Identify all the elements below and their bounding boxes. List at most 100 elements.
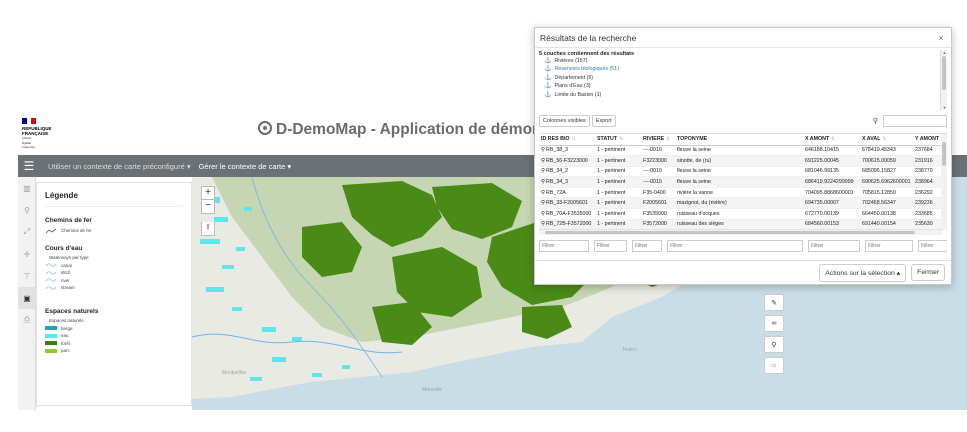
zoom-out-button[interactable]: − [201,200,215,214]
dialog-footer: Actions sur la sélection ▴ Fermer [535,260,951,284]
menu-icon[interactable]: ☰ [18,155,40,177]
column-header[interactable]: ID RES BIO ⇅ [539,134,595,146]
table-cell: F2005601 [641,197,675,210]
table-cell: rivière la vanne [675,187,803,199]
layer-item[interactable]: ⚓ Limite du Bassin (1) [544,91,947,99]
column-header[interactable]: TOPONYME [675,134,803,146]
map-pin-icon[interactable]: ⚲ [541,190,545,196]
link-icon[interactable]: ∞ [764,315,784,332]
context-menu-link[interactable]: Utiliser un contexte de carte préconfigu… [48,162,191,171]
map-pin-icon[interactable]: ⚲ [541,179,545,185]
legend-item: ditch [45,269,183,277]
scrollbar-thumb[interactable] [942,142,946,166]
table-cell: 678419.45343 [860,145,913,157]
map-pin-icon[interactable]: ⚲ [541,200,545,206]
gps-icon[interactable]: ⇧ [201,222,215,236]
close-icon[interactable]: × [936,33,946,43]
wave-icon [45,262,57,268]
map-pin-icon[interactable]: ⚲ [541,158,545,164]
table-toolbar: Colonnes visibles Export ⚲ [539,114,947,128]
column-header[interactable]: STATUT ⇅ [595,134,641,146]
map-pin-icon[interactable]: ⚲ [541,211,545,217]
location-icon[interactable]: ⚲ [764,336,784,353]
zoom-in-button[interactable]: + [201,186,215,200]
layers-icon[interactable]: ▥ [18,177,36,199]
filter-input[interactable] [632,240,662,252]
layer-item[interactable]: ⚓ Réservoirs biologiques (51) [544,65,947,73]
layer-item[interactable]: ⚓ Rivières (157) [544,57,947,65]
column-filters [539,240,947,252]
table-cell: ruisseau d'ocques [675,208,803,220]
table-cell: ⚲RB_72A [539,187,595,199]
table-row[interactable]: ⚲RB_33-F2005601 1 - pertinent F2005601 m… [539,197,947,210]
filter-input[interactable] [539,240,589,252]
map-pin-icon[interactable]: ⚲ [541,147,545,153]
legend-item: parc [45,347,183,355]
column-header[interactable]: X AMONT ⇅ [803,134,860,146]
scrollbar-thumb[interactable] [545,231,915,234]
layers-scrollbar[interactable]: ▲ ▼ [940,50,947,110]
crosshair-icon[interactable]: ✛ [18,243,36,265]
layer-item[interactable]: ⚓ Plans d'Eau (3) [544,82,947,90]
filter-input[interactable] [865,240,913,252]
legend-item-label: stream [61,285,75,291]
table-row[interactable]: ⚲RB_72A 1 - pertinent F35-0400 rivière l… [539,187,947,199]
table-cell: fleuve la seine [675,176,803,188]
legend-item: Chemins de fer [45,227,183,235]
filter-input[interactable] [667,240,803,252]
layer-item-label: Département (6) [554,74,594,81]
table-row[interactable]: ⚲RB_56-F3223000 1 - pertinent F3223000 s… [539,155,947,167]
scroll-up-icon[interactable]: ▲ [941,50,947,55]
scroll-down-icon[interactable]: ▼ [941,105,947,110]
print-icon[interactable]: ⎙ [18,309,36,331]
manage-context-link[interactable]: Gérer le contexte de carte ▾ [199,162,292,171]
table-cell: 700615.00059 [860,155,913,167]
filter-icon[interactable]: ⊤ [18,265,36,287]
search-input[interactable] [883,115,947,127]
legend-group-railways: Chemins de fer Chemins de fer [45,217,183,235]
legend-item: canal [45,262,183,270]
zoom-controls: + − ⇧ [201,186,215,236]
layer-item-label: Rivières (157) [554,58,588,64]
table-row[interactable]: ⚲RB_38_3 1 - pertinent ----0010 fleuve l… [539,145,947,157]
table-horizontal-scrollbar[interactable] [539,229,943,235]
legend-group-title: Cours d'eau [45,244,83,252]
selection-actions-button[interactable]: Actions sur la sélection ▴ [819,263,907,282]
table-cell: 1 - pertinent [595,197,641,210]
legend-item-label: eau [61,333,69,339]
table-row[interactable]: ⚲RB_34_2 1 - pertinent ----0010 fleuve l… [539,166,947,178]
table-cell: ⚲RB_38_3 [539,145,595,157]
legend-item: eau [45,332,183,340]
table-cell: 1 - pertinent [595,145,641,157]
measure-icon[interactable]: ⤢ [18,221,36,243]
visible-columns-button[interactable]: Colonnes visibles [539,115,590,127]
close-button[interactable]: Fermer [911,264,945,281]
scrollbar-thumb[interactable] [942,56,946,90]
table-row[interactable]: ⚲RB_70A-F3535000 1 - pertinent F3535000 … [539,208,947,220]
filter-input[interactable] [918,240,947,252]
scale-icon[interactable]: ▭ [764,357,784,374]
filter-input[interactable] [808,240,860,252]
image-icon[interactable]: ▣ [18,287,36,309]
table-vertical-scrollbar[interactable] [941,134,947,230]
table-cell: ----0010 [641,166,675,178]
color-swatch [45,333,57,338]
draw-icon[interactable]: ✎ [764,294,784,311]
legend-item-label: berge [61,325,73,331]
column-header[interactable]: RIVIERE ⇅ [641,134,675,146]
layer-item[interactable]: ⚓ Département (6) [544,74,947,82]
filter-input[interactable] [594,240,627,252]
table-cell: 705815.12859 [860,187,913,199]
marker-icon[interactable]: ⚲ [18,199,36,221]
table-row[interactable]: ⚲RB_34_3 1 - pertinent ----0010 fleuve l… [539,176,947,188]
legend-item-label: canal [61,262,72,268]
export-button[interactable]: Export [591,115,616,127]
table-cell: ⚲RB_33-F2005601 [539,197,595,210]
map-pin-icon[interactable]: ⚲ [541,168,545,174]
map-pin-icon[interactable]: ⚲ [541,221,545,227]
gov-motto-3: Fraternité [22,145,35,150]
table-cell: 646188.10415 [803,145,860,157]
column-header[interactable]: X AVAL ⇅ [860,134,913,146]
app-logo-icon [258,121,272,135]
table-cell: ⚲RB_34_3 [539,176,595,188]
